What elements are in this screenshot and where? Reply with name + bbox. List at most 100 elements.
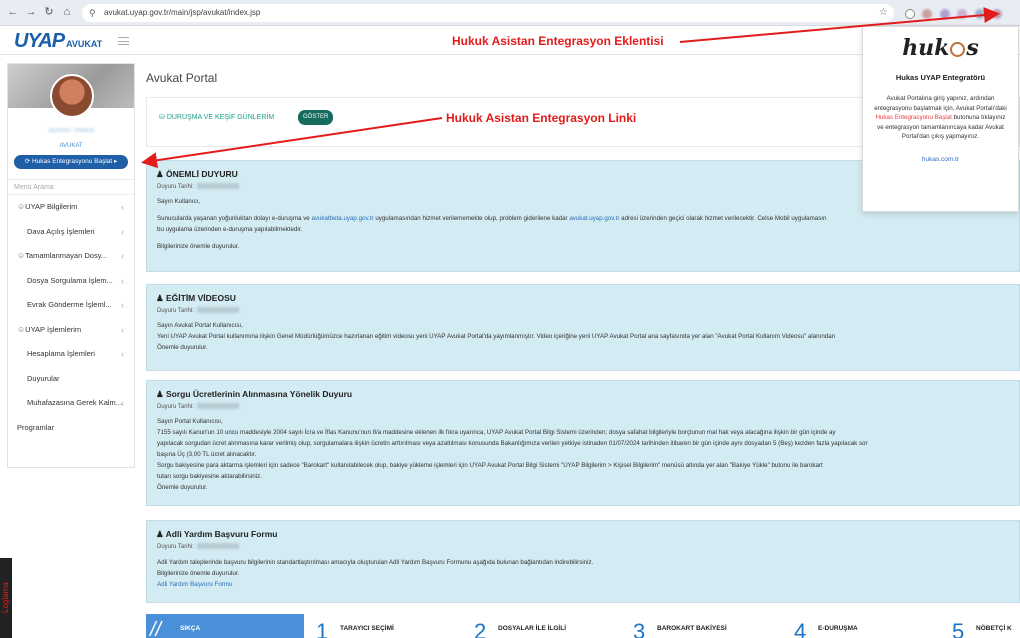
extension-icon[interactable] [992, 8, 1003, 19]
announcement-line: Önemle duyurulur. [157, 484, 208, 491]
date-value: x [196, 307, 239, 314]
sidebar-item-label: Dosya Sorgulama İşlem... [27, 275, 113, 285]
sidebar-item-label: Programlar [17, 422, 55, 432]
announcement-title: ♟ EĞİTİM VİDEOSU [156, 293, 236, 303]
announcement-line: Sayın Avukat Portal Kullanıcısı, [157, 322, 243, 329]
faq-tile[interactable]: // SIKÇA [146, 614, 304, 638]
browser-toolbar: ← → ↻ ⌂ ⚲ avukat.uyap.gov.tr/main/jsp/av… [0, 0, 1020, 38]
extension-icon[interactable] [957, 8, 968, 19]
announcement-date: Duyuru Tarihi:x [157, 402, 1009, 413]
menu-toggle-icon[interactable] [118, 37, 129, 45]
sidebar-item[interactable]: Muhafazasına Gerek Kalm... ‹ [8, 391, 134, 416]
announcement-line: yapılacak sorgudan ücret alınmasına kara… [157, 440, 868, 447]
extension-icon[interactable] [974, 8, 985, 19]
chevron-left-icon: ‹ [121, 324, 124, 335]
sidebar-item[interactable]: ☺UYAP İşlemlerim ‹ [8, 318, 134, 343]
menu-search-input[interactable]: Menü Arama [8, 179, 134, 195]
announcement-date: Duyuru Tarihi:x [157, 542, 1009, 553]
beta-link[interactable]: avukatbeta.uyap.gov.tr [311, 215, 373, 222]
popup-body-text: Avukat Portalına giriş yapınız, ardından… [874, 95, 1007, 112]
faq-tile[interactable]: 1 TARAYICI SEÇİMİ [316, 614, 466, 638]
start-integration-button[interactable]: ⟳ Hukas Entegrasyonu Başlat ▸ [14, 155, 128, 169]
extension-icon[interactable] [905, 8, 915, 19]
portal-link[interactable]: avukat.uyap.gov.tr [569, 215, 619, 222]
sidebar-item[interactable]: ☺Tamamlanmayan Dosy... ‹ [8, 244, 134, 269]
extension-icons [905, 5, 1020, 38]
announcement-line: 7155 sayılı Kanun'un 10 uncu maddesiyle … [157, 429, 836, 436]
tile-number: 4 [794, 619, 807, 638]
date-label: Duyuru Tarihi: [157, 184, 194, 190]
faq-tile[interactable]: 2 DOSYALAR İLE İLGİLİ [474, 614, 624, 638]
date-label: Duyuru Tarihi: [157, 544, 194, 550]
tile-number: 3 [633, 619, 646, 638]
faq-tile[interactable]: 3 BAROKART BAKİYESİ [633, 614, 783, 638]
sidebar-item-label: Evrak Gönderme İşleml... [27, 300, 112, 309]
announcement-card: ♟ Sorgu Ücretlerinin Alınmasına Yönelik … [146, 380, 1020, 506]
announcement-line: tutarı sorgu bakiyesine aktarabilirsiniz… [157, 473, 262, 480]
home-icon[interactable]: ⌂ [60, 5, 74, 19]
announcement-line: Yeni UYAP Avukat Portal kullanımına iliş… [157, 333, 836, 340]
tile-label: TARAYICI SEÇİMİ [340, 625, 394, 632]
forward-icon[interactable]: → [24, 5, 38, 19]
uyap-logo[interactable]: UYAP AVUKAT [14, 30, 102, 53]
user-name: SERHAT YAREN [48, 128, 94, 134]
popup-title: Hukas UYAP Entegratörü [895, 73, 986, 82]
tile-number: 2 [474, 619, 487, 638]
tile-number: 1 [316, 619, 329, 638]
sidebar-item[interactable]: Programlar [8, 416, 134, 441]
faq-tile[interactable]: 5 NÖBETÇİ K [952, 614, 1020, 638]
site-settings-icon[interactable]: ⚲ [89, 4, 96, 22]
sidebar-item[interactable]: Dava Açılış İşlemleri ‹ [8, 220, 134, 245]
sidebar: SERHAT YAREN AVUKAT ⟳ Hukas Entegrasyonu… [7, 63, 135, 468]
sidebar-item-label: Muhafazasına Gerek Kalm... [27, 398, 123, 407]
link-annotation: Hukuk Asistan Entegrasyon Linki [446, 111, 637, 125]
address-bar[interactable]: ⚲ avukat.uyap.gov.tr/main/jsp/avukat/ind… [82, 4, 894, 22]
date-label: Duyuru Tarihi: [157, 404, 194, 410]
hukas-extension-popup: huk s Hukas UYAP Entegratörü Avukat Porta… [862, 26, 1019, 212]
sidebar-menu: ☺UYAP Bilgilerim ‹ Dava Açılış İşlemleri ‹ ☺… [8, 195, 134, 440]
back-icon[interactable]: ← [6, 5, 20, 19]
user-role: AVUKAT [59, 143, 83, 149]
logo-main: UYAP [14, 30, 65, 52]
sidebar-item-label: UYAP İşlemlerim [25, 324, 82, 334]
announcement-line: Sayın Portal Kullanıcısı, [157, 418, 223, 425]
sidebar-item[interactable]: Evrak Gönderme İşleml... ‹ [8, 293, 134, 318]
announcement-card: ♟ Adli Yardım Başvuru Formu Duyuru Tarih… [146, 520, 1020, 603]
faq-tiles: // SIKÇA 1 TARAYICI SEÇİMİ 2 DOSYALAR İLE İ… [146, 614, 1020, 638]
reload-icon[interactable]: ↻ [42, 5, 56, 19]
hearing-dates-text: DURUŞMA VE KEŞİF GÜNLERİM [166, 114, 275, 121]
announcement-line: Önemle duyurulur. [157, 344, 208, 351]
logo-sub: AVUKAT [66, 39, 103, 49]
hukas-logo: huk s [902, 35, 979, 61]
extension-icon[interactable] [939, 8, 950, 19]
extension-icon[interactable] [922, 8, 933, 19]
tile-label: NÖBETÇİ K [976, 625, 1012, 632]
show-button[interactable]: GÖSTER [298, 110, 334, 125]
sidebar-item-label: UYAP Bilgilerim [25, 202, 78, 211]
sidebar-item-label: Duyurular [27, 373, 60, 383]
legal-aid-form-link[interactable]: Adli Yardım Başvuru Formu [157, 581, 232, 588]
sidebar-item[interactable]: Duyurular [8, 367, 134, 392]
date-value: x [196, 543, 239, 550]
announcement-card: ♟ EĞİTİM VİDEOSU Duyuru Tarihi:x Sayın A… [146, 284, 1020, 371]
sidebar-item[interactable]: ☺UYAP Bilgilerim ‹ [8, 195, 134, 220]
tile-number: 5 [952, 619, 965, 638]
chevron-left-icon: ‹ [121, 202, 124, 212]
tile-label: E-DURUŞMA [818, 625, 858, 632]
faq-tile[interactable]: 4 E-DURUŞMA [794, 614, 944, 638]
hukas-website-link[interactable]: hukas.com.tr [863, 156, 1018, 163]
sidebar-item[interactable]: Dosya Sorgulama İşlem... ‹ [8, 269, 134, 294]
bookmark-star-icon[interactable]: ☆ [879, 4, 888, 22]
sidebar-item-label: Tamamlanmayan Dosy... [25, 251, 108, 260]
sidebar-item-label: Dava Açılış İşlemleri [27, 226, 95, 236]
date-label: Duyuru Tarihi: [157, 308, 194, 314]
log-tab[interactable]: Loglama [0, 558, 12, 638]
announcement-line: Bilgilerinize önemle duyurulur. [157, 243, 240, 250]
menu-user-icon: ☺ [17, 251, 26, 260]
tile-label: DOSYALAR İLE İLGİLİ [498, 625, 567, 632]
sidebar-item[interactable]: Hesaplama İşlemleri ‹ [8, 342, 134, 367]
menu-user-icon: ☺ [17, 324, 26, 334]
tile-label: BAROKART BAKİYESİ [657, 625, 727, 632]
chevron-left-icon: ‹ [121, 398, 124, 408]
announcement-title-text: EĞİTİM VİDEOSU [165, 293, 236, 303]
